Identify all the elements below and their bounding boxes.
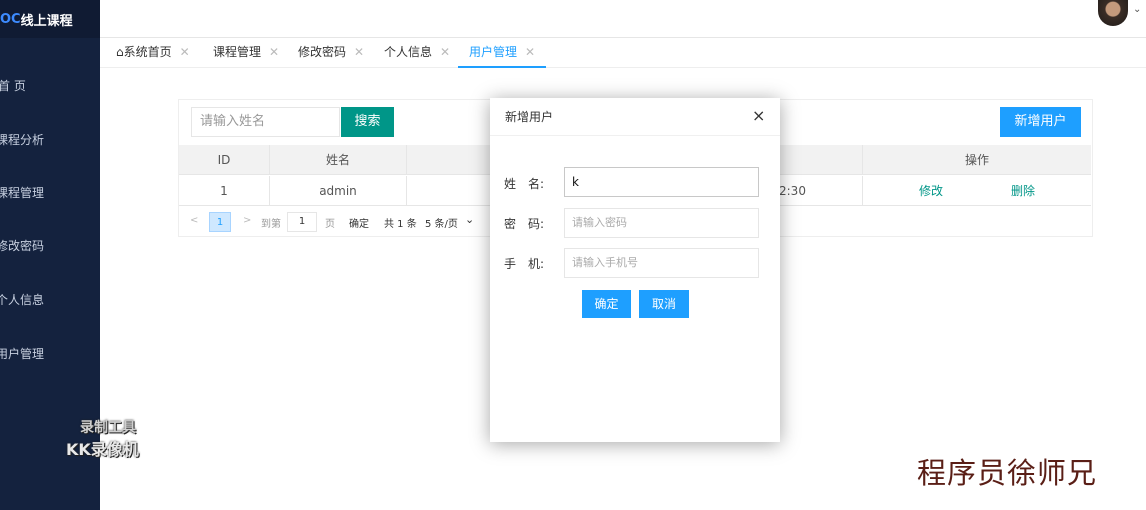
close-icon[interactable]: × (752, 108, 765, 124)
password-field[interactable]: 请输入密码 (564, 208, 759, 238)
total-count: 共 1 条 (384, 219, 417, 230)
tab-label: 系统首页 (123, 45, 172, 59)
page-size-select[interactable]: 5 条/页 (425, 215, 458, 230)
next-page-icon[interactable]: > (243, 215, 251, 226)
column-header-actions: 操作 (862, 145, 1091, 175)
brand-name: 线上课程 (20, 13, 73, 29)
author-signature: 程序员徐师兄 (917, 456, 1098, 490)
tab-label: 个人信息 (384, 45, 433, 59)
search-button[interactable]: 搜索 (341, 107, 394, 137)
edit-link[interactable]: 修改 (919, 176, 943, 206)
prev-page-icon[interactable]: < (190, 215, 198, 226)
name-label: 姓 名: (504, 177, 545, 191)
confirm-button[interactable]: 确定 (582, 290, 631, 318)
sidebar-item-change-password[interactable]: 修改密码 (0, 237, 44, 254)
column-header-id: ID (179, 145, 270, 175)
column-header-name: 姓名 (270, 145, 407, 175)
add-user-button[interactable]: 新增用户 (1000, 107, 1081, 137)
tab-label: 课程管理 (213, 45, 262, 59)
sidebar-item-personal-info[interactable]: 个人信息 (0, 291, 44, 308)
brand-highlight: OC (0, 11, 21, 27)
cell-id: 1 (179, 176, 270, 206)
sidebar-item-user-management[interactable]: 用户管理 (0, 345, 44, 362)
close-icon[interactable]: ✕ (354, 45, 364, 59)
goto-confirm-button[interactable]: 确定 (349, 215, 369, 230)
page-unit-label: 页 (325, 219, 335, 230)
dialog-title: 新增用户 (490, 98, 780, 136)
cell-actions: 修改 删除 (862, 176, 1091, 206)
tab-course-management[interactable]: 课程管理 ✕ (213, 38, 279, 68)
page-current[interactable]: 1 (209, 212, 231, 232)
add-user-dialog: 新增用户 × 姓 名: k 密 码: 请输入密码 手 机: 请输入手机号 确定 … (490, 98, 780, 442)
cancel-button[interactable]: 取消 (639, 290, 689, 318)
password-label: 密 码: (504, 217, 545, 231)
tab-label: 用户管理 (469, 45, 518, 59)
sidebar-item-course-analysis[interactable]: 课程分析 (0, 131, 44, 148)
goto-page-input[interactable]: 1 (287, 212, 317, 232)
recorder-watermark-line1: 录制工具 (80, 420, 136, 436)
sidebar-item-course-management[interactable]: 课程管理 (0, 184, 44, 201)
tab-bar: ⌂系统首页 ✕ 课程管理 ✕ 修改密码 ✕ 个人信息 ✕ 用户管理 ✕ (100, 38, 1146, 68)
search-input[interactable]: 请输入姓名 (191, 107, 340, 137)
phone-field[interactable]: 请输入手机号 (564, 248, 759, 278)
tab-system-home[interactable]: ⌂系统首页 ✕ (116, 38, 190, 68)
chevron-down-icon[interactable]: ⌄ (1133, 4, 1141, 15)
cell-name: admin (270, 176, 407, 206)
chevron-down-icon[interactable]: ⌄ (465, 213, 474, 226)
tab-label: 修改密码 (298, 45, 347, 59)
goto-label: 到第 (261, 219, 281, 230)
cell-time: 2:30 (779, 184, 806, 198)
top-header (100, 0, 1146, 38)
recorder-watermark-line2: KK录像机 (66, 440, 139, 459)
delete-link[interactable]: 删除 (1011, 176, 1035, 206)
home-icon: ⌂ (116, 45, 124, 59)
tab-user-management[interactable]: 用户管理 ✕ (458, 38, 547, 68)
sidebar-item-home[interactable]: 首 页 (0, 77, 26, 94)
name-field[interactable]: k (564, 167, 759, 197)
close-icon[interactable]: ✕ (269, 45, 279, 59)
tab-change-password[interactable]: 修改密码 ✕ (298, 38, 364, 68)
close-icon[interactable]: ✕ (440, 45, 450, 59)
brand-logo: OC 线上课程 (0, 0, 100, 38)
close-icon[interactable]: ✕ (525, 45, 535, 59)
close-icon[interactable]: ✕ (180, 45, 190, 59)
tab-personal-info[interactable]: 个人信息 ✕ (384, 38, 450, 68)
phone-label: 手 机: (504, 257, 545, 271)
